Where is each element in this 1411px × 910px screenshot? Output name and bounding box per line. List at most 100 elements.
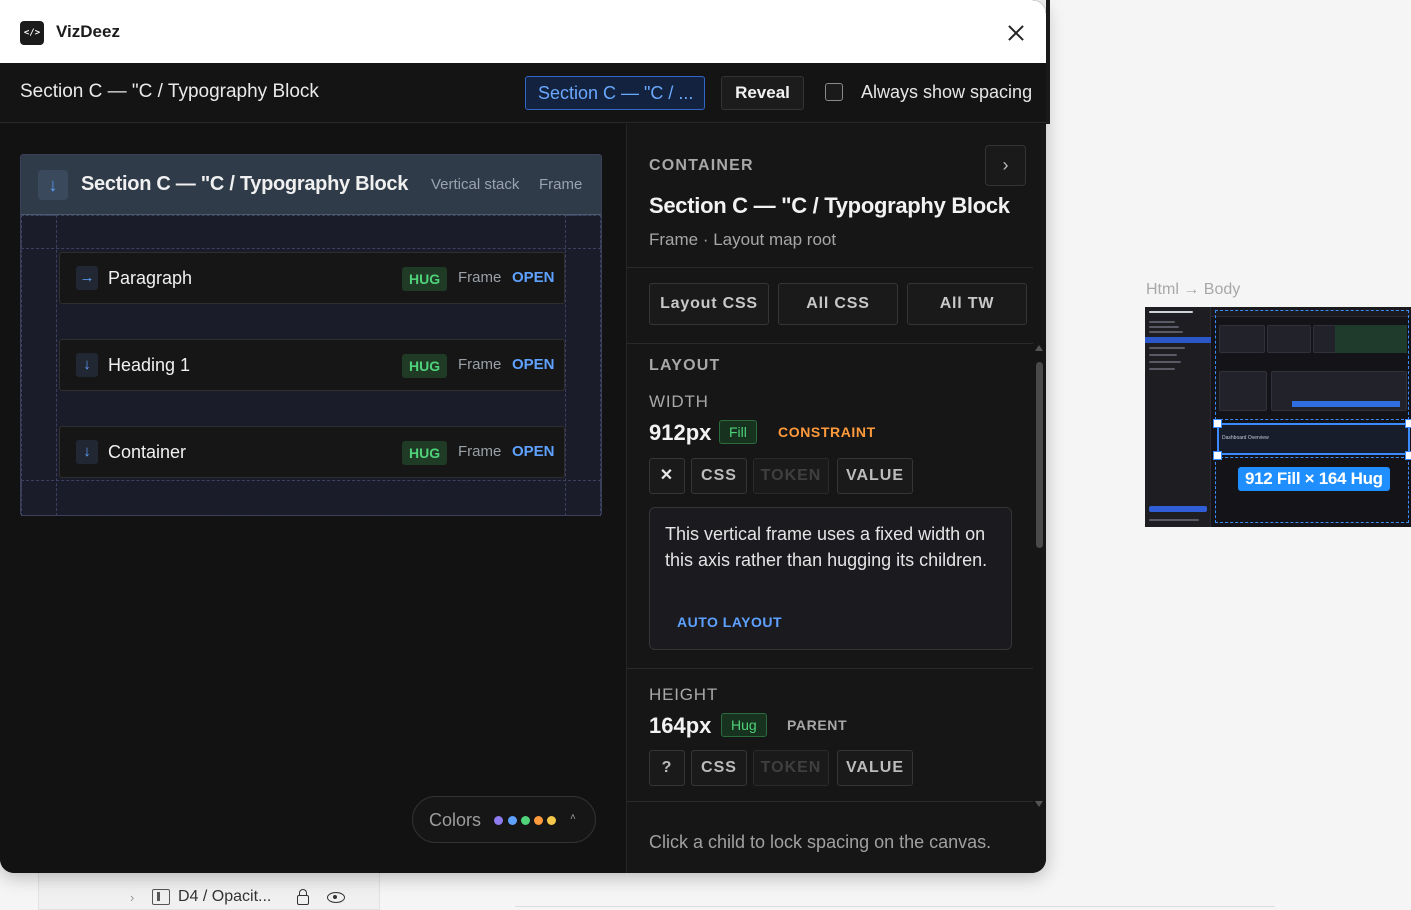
- height-label: HEIGHT: [649, 685, 719, 704]
- width-value-button[interactable]: VALUE: [837, 458, 913, 494]
- arrow-down-icon: ↓: [76, 440, 98, 464]
- vizdeez-window: </> VizDeez Section C — "C / Typography …: [0, 0, 1046, 873]
- child-type: Frame: [458, 356, 502, 373]
- layout-map-root[interactable]: ↓ Section C — "C / Typography Block Vert…: [20, 154, 602, 516]
- selection-size-badge: 912 Fill × 164 Hug: [1238, 467, 1390, 491]
- inspector-subtitle: Frame · Layout map root: [649, 230, 837, 249]
- colors-toggle[interactable]: Colors ˄: [412, 796, 596, 843]
- height-mode-badge: Hug: [721, 713, 767, 737]
- arrow-down-icon: ↓: [76, 353, 98, 377]
- hug-badge: HUG: [402, 441, 448, 465]
- child-type: Frame: [458, 443, 502, 460]
- auto-layout-link[interactable]: AUTO LAYOUT: [677, 614, 782, 630]
- inspector-panel: CONTAINER › Section C — "C / Typography …: [626, 124, 1046, 873]
- close-button[interactable]: [1003, 20, 1029, 46]
- root-frame-type: Frame: [539, 176, 583, 193]
- inspector-scroll-area[interactable]: LAYOUT WIDTH 912px Fill CONSTRAINT ✕ CSS…: [627, 344, 1033, 804]
- root-frame-title: Section C — "C / Typography Block: [81, 173, 409, 195]
- open-link[interactable]: OPEN: [512, 443, 555, 460]
- tab-all-tw[interactable]: All TW: [907, 283, 1027, 325]
- breadcrumb-select[interactable]: Section C — "C / ...: [525, 76, 705, 110]
- canvas-preview-thumbnail[interactable]: Dashboard Overview 912 Fill × 164 Hug: [1145, 307, 1411, 527]
- padding-guide-top: [21, 215, 601, 249]
- child-type: Frame: [458, 269, 502, 286]
- divider: [627, 668, 1033, 669]
- tab-all-css[interactable]: All CSS: [778, 283, 898, 325]
- hug-badge: HUG: [402, 267, 448, 291]
- width-css-button[interactable]: CSS: [691, 458, 747, 494]
- color-dot: [547, 816, 556, 825]
- resize-handle[interactable]: [1405, 419, 1411, 428]
- root-frame-kind: Vertical stack: [431, 176, 520, 193]
- inspector-title: Section C — "C / Typography Block: [649, 193, 1010, 218]
- root-frame-header[interactable]: ↓ Section C — "C / Typography Block Vert…: [21, 155, 601, 215]
- constraint-tag: CONSTRAINT: [778, 424, 876, 440]
- scroll-down-icon[interactable]: [1035, 801, 1043, 807]
- title-bar: </> VizDeez: [0, 0, 1046, 63]
- height-value: 164px: [649, 713, 712, 738]
- inspector-header: Section C — "C / Typography Block Sectio…: [0, 63, 1046, 123]
- colors-label: Colors: [429, 810, 482, 830]
- always-show-spacing-checkbox[interactable]: [825, 83, 843, 101]
- preview-dashed-frame: [1215, 310, 1409, 420]
- reveal-button[interactable]: Reveal: [721, 76, 804, 110]
- layer-row[interactable]: › D4 / Opacit...: [130, 888, 346, 906]
- section-label: CONTAINER: [649, 157, 754, 174]
- width-mode-badge: Fill: [719, 420, 757, 444]
- scrollbar-thumb[interactable]: [1036, 362, 1043, 548]
- color-dot: [508, 816, 517, 825]
- layout-label: LAYOUT: [649, 357, 721, 374]
- help-icon[interactable]: ?: [649, 750, 685, 786]
- padding-guide-bottom: [21, 480, 601, 516]
- layer-name: D4 / Opacit...: [178, 888, 272, 905]
- footer-hint: Click a child to lock spacing on the can…: [649, 832, 992, 852]
- lock-icon[interactable]: [297, 889, 310, 905]
- scroll-up-icon[interactable]: [1035, 345, 1043, 351]
- resize-handle[interactable]: [1213, 419, 1222, 428]
- always-show-spacing-label[interactable]: Always show spacing: [861, 82, 1032, 103]
- eye-icon[interactable]: [327, 891, 346, 903]
- close-icon[interactable]: ✕: [649, 458, 685, 494]
- arrow-down-icon: ↓: [38, 170, 68, 200]
- canvas-divider: [515, 906, 1275, 910]
- child-row-paragraph[interactable]: → Paragraph HUG Frame OPEN: [59, 252, 565, 304]
- frame-layout-icon: [152, 889, 170, 905]
- canvas-breadcrumb[interactable]: Html → Body: [1146, 281, 1240, 299]
- height-value-button[interactable]: VALUE: [837, 750, 913, 786]
- child-name: Container: [108, 442, 187, 462]
- height-token-button[interactable]: TOKEN: [753, 750, 829, 786]
- next-button[interactable]: ›: [985, 145, 1026, 186]
- color-dot: [534, 816, 543, 825]
- width-token-button[interactable]: TOKEN: [753, 458, 829, 494]
- open-link[interactable]: OPEN: [512, 269, 555, 286]
- selected-frame-outline[interactable]: [1217, 423, 1410, 455]
- width-label: WIDTH: [649, 392, 709, 411]
- padding-guide-left: [21, 215, 57, 516]
- width-explanation-text: This vertical frame uses a fixed width o…: [665, 524, 988, 570]
- resize-handle[interactable]: [1213, 451, 1222, 460]
- app-title: VizDeez: [56, 22, 120, 41]
- tab-layout-css[interactable]: Layout CSS: [649, 283, 769, 325]
- padding-guide-right: [565, 215, 601, 516]
- parent-tag: PARENT: [787, 717, 848, 733]
- window-edge: [1046, 0, 1050, 124]
- caret-up-icon: ˄: [570, 812, 576, 823]
- width-value: 912px: [649, 420, 712, 445]
- child-name: Heading 1: [108, 355, 191, 375]
- resize-handle[interactable]: [1405, 451, 1411, 460]
- arrow-right-icon: →: [76, 266, 98, 290]
- hug-badge: HUG: [402, 354, 448, 378]
- child-row-container[interactable]: ↓ Container HUG Frame OPEN: [59, 426, 565, 478]
- divider: [627, 267, 1033, 268]
- preview-sidebar: [1145, 307, 1211, 527]
- code-brackets-icon: </>: [20, 21, 44, 45]
- open-link[interactable]: OPEN: [512, 356, 555, 373]
- chevron-right-icon[interactable]: ›: [130, 890, 144, 905]
- child-row-heading-1[interactable]: ↓ Heading 1 HUG Frame OPEN: [59, 339, 565, 391]
- divider: [627, 801, 1033, 802]
- height-css-button[interactable]: CSS: [691, 750, 747, 786]
- header-title: Section C — "C / Typography Block: [20, 81, 319, 102]
- color-dot: [521, 816, 530, 825]
- child-name: Paragraph: [108, 268, 193, 288]
- color-dot: [494, 816, 503, 825]
